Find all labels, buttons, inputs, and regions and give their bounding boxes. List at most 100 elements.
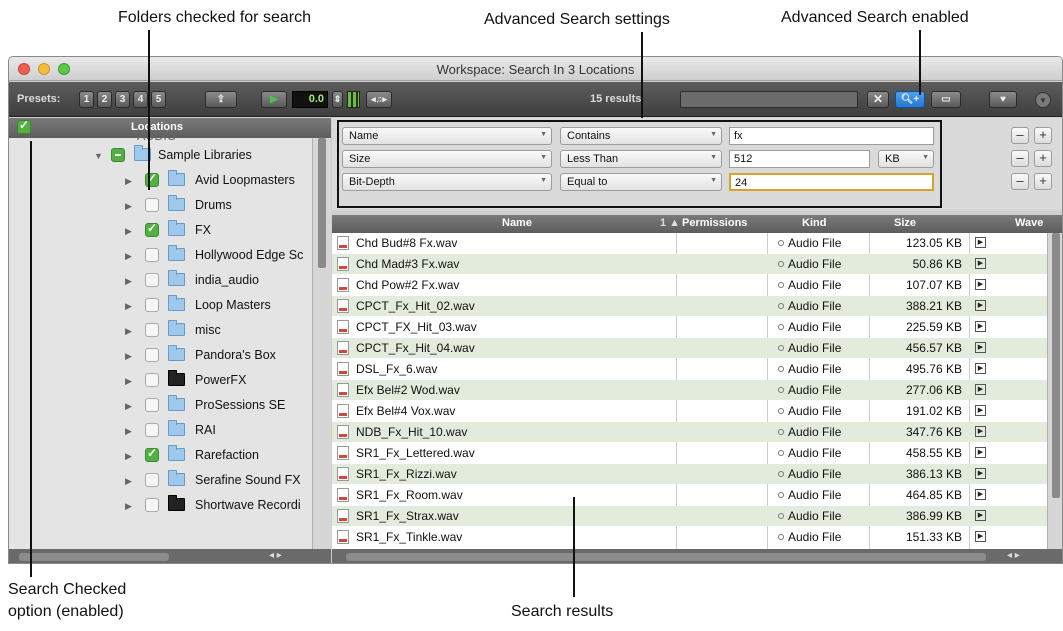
- disclosure-closed-icon[interactable]: ▶: [125, 201, 132, 212]
- tree-item-audio[interactable]: AUDIO: [9, 135, 309, 143]
- waveform-play-icon[interactable]: ▶: [975, 384, 986, 395]
- locations-horizontal-scrollbar[interactable]: ◂ ▸: [9, 549, 331, 563]
- tree-checkbox[interactable]: [145, 198, 159, 212]
- preset-button-5[interactable]: 5: [151, 91, 166, 108]
- tree-checkbox[interactable]: [145, 248, 159, 262]
- waveform-play-icon[interactable]: ▶: [975, 279, 986, 290]
- remove-criteria-button[interactable]: –: [1011, 150, 1029, 167]
- tree-item[interactable]: ▶ Hollywood Edge Sc: [9, 245, 309, 267]
- tree-item-sample-libraries[interactable]: ▼ Sample Libraries: [9, 145, 309, 167]
- waveform-play-icon[interactable]: ▶: [975, 531, 986, 542]
- results-horizontal-scrollbar[interactable]: ◂ ▸: [332, 549, 1062, 563]
- waveform-play-icon[interactable]: ▶: [975, 510, 986, 521]
- preset-button-3[interactable]: 3: [115, 91, 130, 108]
- col-wave[interactable]: Wave: [1015, 217, 1043, 229]
- col-size[interactable]: Size: [894, 217, 916, 229]
- favorite-button[interactable]: ♥: [989, 91, 1017, 108]
- scroll-thumb[interactable]: [346, 553, 986, 561]
- audition-path-button[interactable]: ◂♫▸: [366, 91, 392, 108]
- value-field[interactable]: 512: [729, 150, 870, 168]
- preview-play-button[interactable]: ▶: [261, 91, 287, 108]
- disclosure-closed-icon[interactable]: ▶: [125, 326, 132, 337]
- disclosure-closed-icon[interactable]: ▶: [125, 176, 132, 187]
- add-criteria-button[interactable]: +: [1034, 127, 1052, 144]
- scroll-arrows-icon[interactable]: ◂ ▸: [1007, 550, 1020, 561]
- tree-item[interactable]: ▶ Loop Masters: [9, 295, 309, 317]
- menu-circle-button[interactable]: ▼: [1035, 92, 1051, 108]
- table-row[interactable]: Chd Bud#8 Fx.wav Audio File 123.05 KB ▶: [332, 233, 1047, 253]
- table-row[interactable]: NDB_Fx_Hit_10.wav Audio File 347.76 KB ▶: [332, 422, 1047, 442]
- col-kind[interactable]: Kind: [802, 217, 826, 229]
- scroll-thumb[interactable]: [318, 138, 326, 268]
- tree-item[interactable]: ▶ Shortwave Recordi: [9, 495, 309, 517]
- waveform-play-icon[interactable]: ▶: [975, 489, 986, 500]
- tree-checkbox[interactable]: [145, 473, 159, 487]
- table-row[interactable]: SR1_Fx_Strax.wav Audio File 386.99 KB ▶: [332, 506, 1047, 526]
- disclosure-closed-icon[interactable]: ▶: [125, 476, 132, 487]
- waveform-play-icon[interactable]: ▶: [975, 258, 986, 269]
- disclosure-closed-icon[interactable]: ▶: [125, 276, 132, 287]
- tree-checkbox[interactable]: [145, 323, 159, 337]
- waveform-play-icon[interactable]: ▶: [975, 447, 986, 458]
- operator-select[interactable]: Less Than: [560, 150, 722, 168]
- field-select[interactable]: Bit-Depth: [342, 173, 552, 191]
- waveform-play-icon[interactable]: ▶: [975, 342, 986, 353]
- add-criteria-button[interactable]: +: [1034, 173, 1052, 190]
- tree-checkbox[interactable]: [145, 423, 159, 437]
- waveform-play-icon[interactable]: ▶: [975, 321, 986, 332]
- tree-checkbox[interactable]: [145, 398, 159, 412]
- table-row[interactable]: Efx Bel#2 Wod.wav Audio File 277.06 KB ▶: [332, 380, 1047, 400]
- waveform-play-icon[interactable]: ▶: [975, 468, 986, 479]
- preset-button-1[interactable]: 1: [79, 91, 94, 108]
- disclosure-closed-icon[interactable]: ▶: [125, 501, 132, 512]
- tree-item[interactable]: ▶ Avid Loopmasters: [9, 170, 309, 192]
- disclosure-closed-icon[interactable]: ▶: [125, 251, 132, 262]
- table-row[interactable]: SR1_Fx_Tinkle.wav Audio File 151.33 KB ▶: [332, 527, 1047, 547]
- search-input[interactable]: [680, 91, 858, 108]
- table-row[interactable]: CPCT_FX_Hit_03.wav Audio File 225.59 KB ▶: [332, 317, 1047, 337]
- disclosure-closed-icon[interactable]: ▶: [125, 401, 132, 412]
- remove-criteria-button[interactable]: –: [1011, 173, 1029, 190]
- add-criteria-button[interactable]: +: [1034, 150, 1052, 167]
- disclosure-closed-icon[interactable]: ▶: [125, 226, 132, 237]
- scroll-thumb[interactable]: [1052, 233, 1060, 498]
- tree-checkbox[interactable]: [145, 298, 159, 312]
- tree-item[interactable]: ▶ Drums: [9, 195, 309, 217]
- tree-checkbox[interactable]: [145, 348, 159, 362]
- col-permissions[interactable]: Permissions: [682, 217, 747, 229]
- disclosure-closed-icon[interactable]: ▶: [125, 376, 132, 387]
- value-field[interactable]: fx: [729, 127, 934, 145]
- table-row[interactable]: Chd Pow#2 Fx.wav Audio File 107.07 KB ▶: [332, 275, 1047, 295]
- table-row[interactable]: SR1_Fx_Lettered.wav Audio File 458.55 KB ▶: [332, 443, 1047, 463]
- table-row[interactable]: CPCT_Fx_Hit_04.wav Audio File 456.57 KB ▶: [332, 338, 1047, 358]
- disclosure-closed-icon[interactable]: ▶: [125, 451, 132, 462]
- waveform-play-icon[interactable]: ▶: [975, 405, 986, 416]
- operator-select[interactable]: Contains: [560, 127, 722, 145]
- operator-select[interactable]: Equal to: [560, 173, 722, 191]
- field-select[interactable]: Name: [342, 127, 552, 145]
- tree-item[interactable]: ▶ india_audio: [9, 270, 309, 292]
- table-row[interactable]: Chd Mad#3 Fx.wav Audio File 50.86 KB ▶: [332, 254, 1047, 274]
- tree-item[interactable]: ▶ Serafine Sound FX: [9, 470, 309, 492]
- col-name[interactable]: Name: [502, 217, 532, 229]
- search-checked-checkbox[interactable]: [17, 118, 31, 134]
- tree-item[interactable]: ▶ FX: [9, 220, 309, 242]
- table-row[interactable]: SR1_Fx_Room.wav Audio File 464.85 KB ▶: [332, 485, 1047, 505]
- value-field[interactable]: 24: [729, 173, 934, 191]
- tree-checkbox[interactable]: [145, 498, 159, 512]
- waveform-play-icon[interactable]: ▶: [975, 426, 986, 437]
- tree-item[interactable]: ▶ ProSessions SE: [9, 395, 309, 417]
- tree-item[interactable]: ▶ PowerFX: [9, 370, 309, 392]
- table-row[interactable]: DSL_Fx_6.wav Audio File 495.76 KB ▶: [332, 359, 1047, 379]
- tree-checkbox[interactable]: [145, 273, 159, 287]
- table-row[interactable]: CPCT_Fx_Hit_02.wav Audio File 388.21 KB ▶: [332, 296, 1047, 316]
- disclosure-closed-icon[interactable]: ▶: [125, 351, 132, 362]
- folder-up-button[interactable]: ⇪: [205, 91, 237, 108]
- waveform-play-icon[interactable]: ▶: [975, 300, 986, 311]
- waveform-toggle-button[interactable]: ▭: [931, 91, 961, 108]
- tree-checkbox[interactable]: [145, 373, 159, 387]
- scroll-arrows-icon[interactable]: ◂ ▸: [269, 550, 282, 561]
- tree-item[interactable]: ▶ RAI: [9, 420, 309, 442]
- col-sort-indicator[interactable]: 1 ▲: [660, 217, 680, 229]
- tree-checkbox[interactable]: [111, 148, 125, 162]
